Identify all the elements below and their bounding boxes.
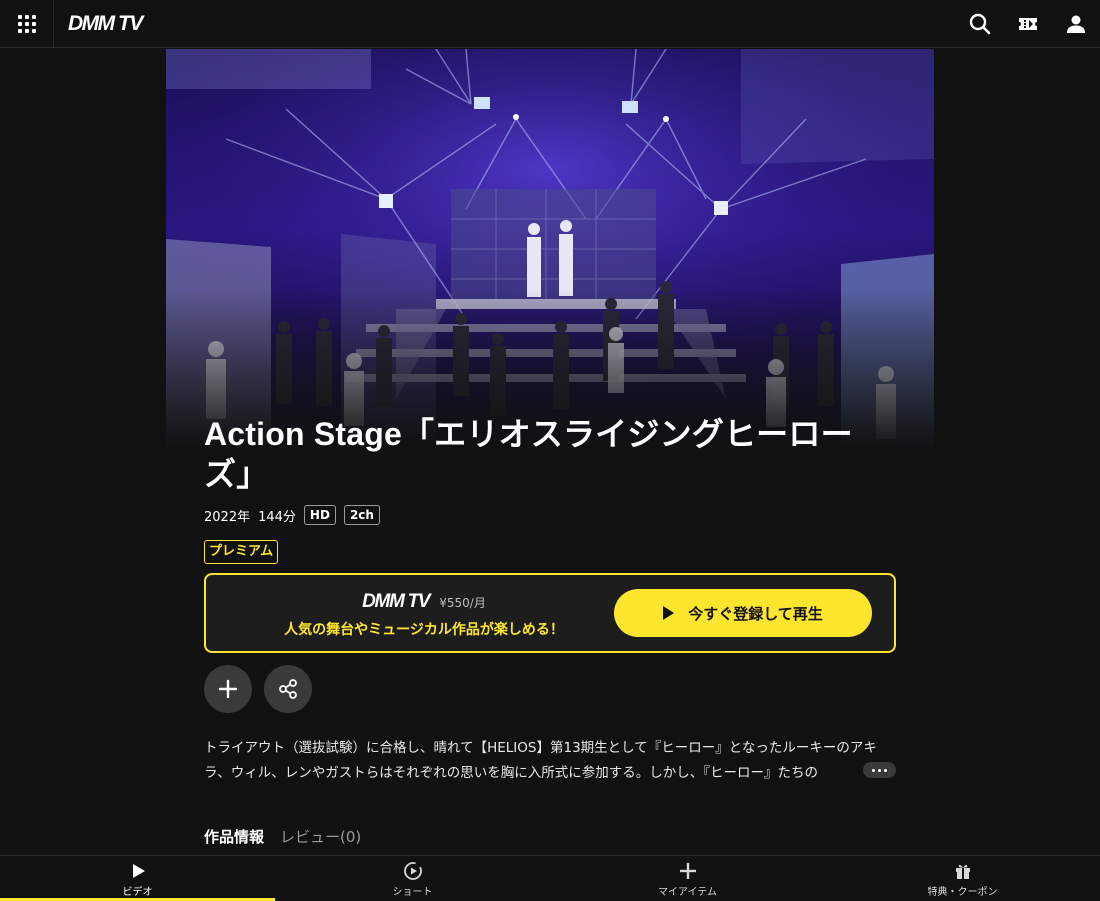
quality-badge: HD: [303, 505, 336, 525]
audio-badge: 2ch: [343, 505, 380, 525]
promo-dmm-tv-logo: DMM TV: [362, 591, 430, 612]
nav-item-short[interactable]: ショート: [275, 856, 550, 901]
tab-review[interactable]: レビュー(0): [280, 826, 361, 847]
tab-work-info[interactable]: 作品情報: [204, 826, 264, 847]
user-icon[interactable]: [1064, 12, 1088, 36]
promo-info: DMM TV ¥550/月 人気の舞台やミュージカル作品が楽しめる！: [234, 591, 614, 639]
dmm-tv-logo[interactable]: DMM TV: [68, 11, 143, 37]
work-meta: 2022年 144分 HD 2ch: [204, 504, 896, 526]
monthly-price: ¥550/月: [439, 595, 486, 610]
premium-badge: プレミアム: [204, 540, 279, 564]
work-title: Action Stage「エリオスライジングヒーローズ」: [204, 416, 853, 492]
subscribe-and-play-label: 今すぐ登録して再生: [688, 604, 823, 623]
play-icon: [663, 606, 675, 620]
nav-label-benefits-coupons: 特典・クーポン: [927, 887, 998, 898]
subscribe-and-play-button[interactable]: 今すぐ登録して再生: [614, 589, 872, 637]
detail-tabs: 作品情報 レビュー(0): [204, 826, 361, 847]
grid-menu-icon: [17, 15, 36, 33]
share-button[interactable]: [264, 665, 312, 713]
nav-item-benefits-coupons[interactable]: 特典・クーポン: [825, 856, 1100, 901]
work-detail: Action Stage「エリオスライジングヒーローズ」 2022年 144分 …: [204, 414, 896, 564]
top-header: DMM TV: [0, 0, 1100, 48]
ticket-icon[interactable]: [1016, 12, 1040, 36]
grid-menu-button[interactable]: [0, 0, 54, 48]
release-year: 2022年: [204, 509, 251, 525]
share-icon: [279, 679, 297, 699]
nav-label-short: ショート: [392, 887, 433, 898]
subscription-promo: DMM TV ¥550/月 人気の舞台やミュージカル作品が楽しめる！ 今すぐ登録…: [204, 573, 896, 653]
short-video-icon: [403, 861, 423, 881]
nav-item-my-items[interactable]: マイアイテム: [550, 856, 825, 901]
plus-icon: [679, 861, 697, 881]
nav-item-video[interactable]: ビデオ: [0, 856, 275, 901]
expand-synopsis-button[interactable]: [863, 762, 896, 778]
key-visual-image: [166, 49, 934, 449]
search-icon[interactable]: [968, 12, 992, 36]
play-icon: [129, 861, 147, 881]
nav-label-video: ビデオ: [122, 887, 153, 898]
promo-message: 人気の舞台やミュージカル作品が楽しめる！: [284, 622, 564, 638]
duration: 144分: [258, 509, 296, 525]
bottom-navigation: ビデオ ショート マイアイテム 特典・クーポン: [0, 855, 1100, 901]
gift-icon: [953, 861, 973, 881]
synopsis-text: トライアウト（選抜試験）に合格し、晴れて【HELIOS】第13期生として『ヒーロ…: [204, 740, 877, 781]
plus-icon: [218, 679, 238, 699]
nav-label-my-items: マイアイテム: [658, 887, 717, 898]
add-to-my-list-button[interactable]: [204, 665, 252, 713]
